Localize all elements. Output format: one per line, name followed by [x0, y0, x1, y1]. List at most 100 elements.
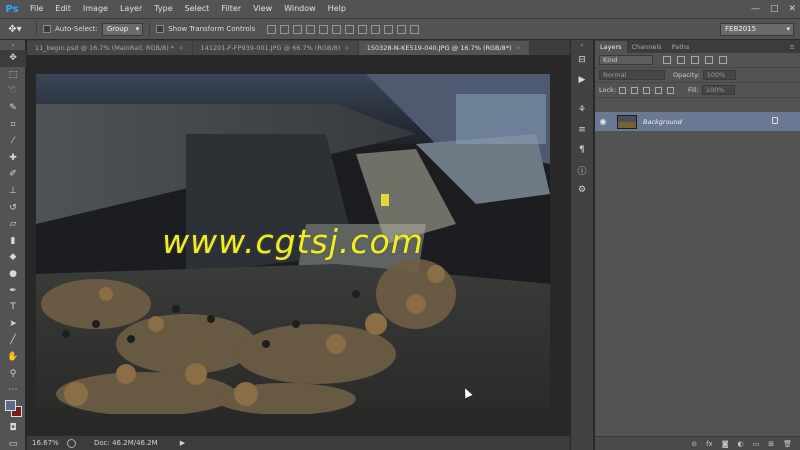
canvas-area[interactable]: www.cgtsj.com	[27, 55, 570, 435]
menu-file[interactable]: File	[24, 0, 49, 18]
menu-filter[interactable]: Filter	[215, 0, 247, 18]
align-right-icon[interactable]	[332, 24, 342, 34]
opacity-input[interactable]: 100%	[702, 70, 737, 80]
filter-smart-object-icon[interactable]	[719, 56, 727, 64]
menu-select[interactable]: Select	[179, 0, 216, 18]
blur-tool-icon[interactable]: ◆	[0, 249, 26, 266]
move-tool-preset-icon[interactable]: ✥▾	[0, 20, 30, 38]
quick-select-tool-icon[interactable]: ✎	[0, 100, 26, 117]
healing-brush-tool-icon[interactable]: ✚	[0, 150, 26, 167]
minimize-icon[interactable]: —	[751, 4, 760, 14]
filter-type-icon[interactable]	[691, 56, 699, 64]
auto-select-checkbox[interactable]	[43, 25, 51, 33]
color-swatches[interactable]	[5, 400, 23, 418]
align-middle-icon[interactable]	[280, 24, 290, 34]
type-tool-icon[interactable]: T	[0, 299, 26, 316]
lock-position-icon[interactable]	[643, 86, 651, 94]
brush-tool-icon[interactable]: ✐	[0, 166, 26, 183]
new-layer-icon[interactable]: ⊞	[768, 440, 774, 448]
clone-stamp-tool-icon[interactable]: ⊥	[0, 183, 26, 200]
menu-image[interactable]: Image	[77, 0, 114, 18]
quick-mask-icon[interactable]: ◘	[0, 420, 26, 437]
info-icon[interactable]	[67, 438, 76, 448]
align-top-icon[interactable]	[267, 24, 277, 34]
more-tools-icon[interactable]: ⋯	[0, 382, 26, 399]
collapse-icon[interactable]: »	[0, 40, 26, 50]
close-tab-icon[interactable]: ×	[516, 44, 521, 52]
screen-mode-icon[interactable]: ▭	[0, 436, 26, 450]
layer-filter-kind-dropdown[interactable]: Kind	[599, 55, 653, 65]
document-tab[interactable]: 141201-F-FP939-001.JPG @ 66.7% (RGB/8) ×	[192, 41, 358, 55]
document-tab-active[interactable]: 150328-N-KE519-040.JPG @ 16.7% (RGB/8*) ×	[358, 41, 530, 55]
menu-view[interactable]: View	[247, 0, 278, 18]
menu-help[interactable]: Help	[322, 0, 352, 18]
blend-mode-dropdown[interactable]: Normal	[599, 70, 665, 80]
distribute-bottom-icon[interactable]	[371, 24, 381, 34]
new-group-icon[interactable]: ▭	[753, 440, 760, 448]
fill-input[interactable]: 100%	[701, 85, 736, 95]
auto-select-dropdown[interactable]: Group	[101, 22, 144, 36]
lock-image-icon[interactable]	[631, 86, 639, 94]
history-panel-icon[interactable]: ⊟	[571, 50, 593, 70]
move-tool-icon[interactable]: ✥	[0, 50, 26, 67]
pen-tool-icon[interactable]: ✒	[0, 282, 26, 299]
link-layers-icon[interactable]: ⊝	[691, 440, 697, 448]
filter-adjustment-icon[interactable]	[677, 56, 685, 64]
marquee-tool-icon[interactable]: ⬚	[0, 67, 26, 84]
align-left-icon[interactable]	[306, 24, 316, 34]
gradient-tool-icon[interactable]: ▮	[0, 233, 26, 250]
distribute-right-icon[interactable]	[410, 24, 420, 34]
history-brush-tool-icon[interactable]: ↺	[0, 199, 26, 216]
trash-icon[interactable]: 🗑	[783, 440, 792, 448]
eraser-tool-icon[interactable]: ▱	[0, 216, 26, 233]
tab-channels[interactable]: Channels	[627, 41, 667, 53]
actions-panel-icon[interactable]: ▶	[571, 70, 593, 90]
path-selection-tool-icon[interactable]: ➤	[0, 316, 26, 333]
lock-artboard-icon[interactable]	[655, 86, 663, 94]
show-transform-checkbox[interactable]	[156, 25, 165, 33]
align-center-icon[interactable]	[319, 24, 329, 34]
eyedropper-tool-icon[interactable]: ⁄	[0, 133, 26, 150]
tab-layers[interactable]: Layers	[595, 41, 627, 53]
paragraph-panel-icon[interactable]: ¶	[571, 140, 593, 160]
zoom-tool-icon[interactable]: ⚲	[0, 365, 26, 382]
filter-shape-icon[interactable]	[705, 56, 713, 64]
distribute-left-icon[interactable]	[384, 24, 394, 34]
lock-transparent-icon[interactable]	[619, 86, 627, 94]
layer-name[interactable]: Background	[643, 118, 682, 126]
status-menu-arrow-icon[interactable]: ▶	[180, 439, 185, 447]
zoom-level[interactable]: 16.67%	[27, 439, 59, 447]
lock-icon[interactable]	[772, 117, 778, 124]
add-mask-icon[interactable]: ◙	[722, 440, 729, 448]
distribute-middle-icon[interactable]	[358, 24, 368, 34]
info-panel-icon[interactable]: ⓘ	[571, 160, 593, 180]
adjustments-panel-icon[interactable]: ≡	[571, 120, 593, 140]
hand-tool-icon[interactable]: ✋	[0, 349, 26, 366]
shape-tool-icon[interactable]: ╱	[0, 332, 26, 349]
workspace-switcher[interactable]: FEB2015	[720, 23, 794, 36]
properties-panel-icon[interactable]: ⚙	[571, 180, 593, 200]
maximize-icon[interactable]: □	[770, 4, 779, 14]
layer-style-icon[interactable]: fx	[706, 440, 713, 448]
menu-layer[interactable]: Layer	[114, 0, 148, 18]
adjustment-layer-icon[interactable]: ◐	[738, 440, 744, 448]
document-tab[interactable]: 11_begin.psd @ 16.7% (MainRail, RGB/8) *…	[27, 41, 192, 55]
visibility-eye-icon[interactable]: ◉	[595, 117, 611, 126]
menu-type[interactable]: Type	[148, 0, 178, 18]
foreground-color-swatch[interactable]	[5, 400, 16, 411]
crop-tool-icon[interactable]: ⌗	[0, 116, 26, 133]
clone-source-icon[interactable]: ⚘	[571, 100, 593, 120]
menu-edit[interactable]: Edit	[49, 0, 77, 18]
layer-row-background[interactable]: ◉ Background	[595, 112, 800, 131]
align-bottom-icon[interactable]	[293, 24, 303, 34]
panel-menu-icon[interactable]: ≡	[785, 41, 800, 53]
tab-paths[interactable]: Paths	[667, 41, 695, 53]
lasso-tool-icon[interactable]: ➰	[0, 83, 26, 100]
distribute-center-icon[interactable]	[397, 24, 407, 34]
close-tab-icon[interactable]: ×	[344, 44, 349, 52]
close-icon[interactable]: ✕	[788, 4, 796, 14]
dodge-tool-icon[interactable]: ●	[0, 266, 26, 283]
collapse-icon[interactable]: «	[571, 40, 593, 50]
distribute-top-icon[interactable]	[345, 24, 355, 34]
menu-window[interactable]: Window	[278, 0, 322, 18]
